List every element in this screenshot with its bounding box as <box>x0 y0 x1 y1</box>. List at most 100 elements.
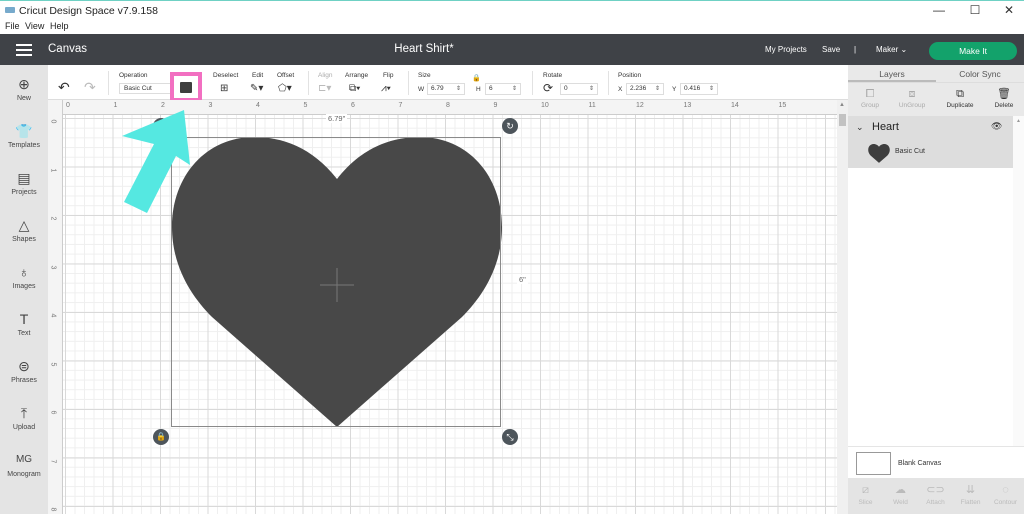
menu-help[interactable]: Help <box>50 21 69 31</box>
align-label: Align <box>318 72 333 79</box>
y-position-input[interactable]: 0.416 ⇕ <box>680 83 718 95</box>
machine-selector[interactable]: Maker ⌄ <box>876 45 907 54</box>
blank-canvas-label: Blank Canvas <box>898 460 942 467</box>
sidebar-item-phrases[interactable]: ⊜ Phrases <box>0 357 48 384</box>
sidebar-item-projects[interactable]: ▤ Projects <box>0 169 48 196</box>
sidebar-item-images[interactable]: ♁ Images <box>0 263 48 290</box>
attach-button[interactable]: ⊂⊃ Attach <box>918 483 953 506</box>
lock-handle[interactable]: 🔒 <box>153 429 169 445</box>
sidebar-label: Text <box>17 330 31 337</box>
vertical-ruler: 0 1 2 3 4 5 6 7 8 <box>48 100 63 514</box>
flip-label: Flip <box>383 72 394 79</box>
offset-icon[interactable]: ⬠▾ <box>278 83 292 94</box>
spinner-icon[interactable]: ⇕ <box>589 84 594 94</box>
blank-canvas-row[interactable]: Blank Canvas <box>848 446 1024 478</box>
duplicate-button[interactable]: ⧉ Duplicate <box>938 87 982 109</box>
sidebar-item-monogram[interactable]: MG Monogram <box>0 451 48 478</box>
ruler-tick-label: 3 <box>208 102 213 109</box>
left-sidebar: ⊕ New 👕 Templates ▤ Projects △ Shapes ♁ Image… <box>0 65 48 514</box>
ruler-tick-label: 0 <box>49 119 57 124</box>
plus-circle-icon: ⊕ <box>18 76 30 92</box>
eye-icon[interactable]: 👁 <box>991 121 1002 132</box>
duplicate-icon: ⧉ <box>956 88 964 100</box>
undo-icon[interactable]: ↶ <box>58 79 70 96</box>
minimize-button[interactable]: — <box>924 3 954 17</box>
my-projects-link[interactable]: My Projects <box>765 45 807 54</box>
ruler-tick-label: 2 <box>161 102 165 109</box>
width-value: 6.79 <box>431 85 444 92</box>
sidebar-item-templates[interactable]: 👕 Templates <box>0 122 48 149</box>
chevron-down-icon[interactable]: ⌄ <box>856 122 864 133</box>
ruler-tick-label: 5 <box>49 362 57 366</box>
ruler-tick-label: 0 <box>66 102 70 109</box>
menu-view[interactable]: View <box>25 21 44 31</box>
ungroup-icon: ⧈ <box>908 88 916 100</box>
flatten-button[interactable]: ⇊ Flatten <box>953 483 988 506</box>
deselect-label: Deselect <box>213 72 239 79</box>
menubar: File View Help <box>0 20 1024 34</box>
deselect-icon[interactable]: ⊞ <box>220 83 228 94</box>
group-button[interactable]: ⧠ Group <box>848 87 892 109</box>
rotate-input[interactable]: 0 ⇕ <box>560 83 598 95</box>
contour-button[interactable]: ◌ Contour <box>988 483 1023 506</box>
width-input[interactable]: 6.79 ⇕ <box>427 83 465 95</box>
slice-button[interactable]: ⧄ Slice <box>848 483 883 506</box>
flatten-label: Flatten <box>960 499 981 506</box>
sidebar-item-new[interactable]: ⊕ New <box>0 75 48 102</box>
height-value: 6 <box>489 85 493 92</box>
size-label: Size <box>418 72 431 79</box>
spinner-icon[interactable]: ⇕ <box>456 84 461 94</box>
resize-handle[interactable]: ⤡ <box>502 429 518 445</box>
sidebar-item-upload[interactable]: ⤒ Upload <box>0 404 48 431</box>
layers-scrollbar[interactable]: ▲ <box>1013 116 1024 446</box>
weld-button[interactable]: ☁ Weld <box>883 483 918 506</box>
slice-icon: ⧄ <box>862 484 869 496</box>
canvas-scrollbar[interactable]: ▲ <box>837 100 848 514</box>
ruler-tick-label: 6 <box>49 410 57 415</box>
scroll-up-icon[interactable]: ▲ <box>839 102 845 108</box>
offset-label: Offset <box>277 72 295 79</box>
slice-label: Slice <box>858 499 873 506</box>
spinner-icon[interactable]: ⇕ <box>709 84 714 94</box>
close-button[interactable]: ✕ <box>994 3 1024 17</box>
arrange-icon[interactable]: ⧉▾ <box>349 83 360 94</box>
spinner-icon[interactable]: ⇕ <box>512 84 517 94</box>
rotate-handle[interactable]: ↻ <box>502 118 518 134</box>
spinner-icon[interactable]: ⇕ <box>655 84 660 94</box>
menu-file[interactable]: File <box>5 21 20 31</box>
height-dimension-label: 6" <box>517 275 528 284</box>
flip-icon[interactable]: ⩘▾ <box>381 83 391 94</box>
rotate-label: Rotate <box>543 72 563 79</box>
window-title: Cricut Design Space v7.9.158 <box>19 5 158 17</box>
make-it-button[interactable]: Make It <box>929 42 1017 60</box>
size-lock-icon[interactable]: 🔒 <box>472 74 481 82</box>
sidebar-item-text[interactable]: T Text <box>0 310 48 337</box>
group-name: Heart <box>872 121 899 133</box>
tab-layers[interactable]: Layers <box>848 69 936 79</box>
delete-button[interactable]: 🗑 Delete <box>982 87 1024 109</box>
scroll-up-icon[interactable]: ▲ <box>1016 118 1021 124</box>
align-icon[interactable]: ⊏▾ <box>318 83 331 94</box>
maximize-button[interactable]: ☐ <box>960 3 990 17</box>
ungroup-button[interactable]: ⧈ UnGroup <box>890 87 934 109</box>
operation-select[interactable]: Basic Cut <box>119 83 175 94</box>
trash-icon: 🗑 <box>997 88 1011 100</box>
color-swatch-button[interactable] <box>180 82 192 93</box>
attach-label: Attach <box>926 499 945 506</box>
edit-pencil-icon[interactable]: ✎▾ <box>250 83 263 94</box>
scrollbar-thumb[interactable] <box>839 114 846 126</box>
x-position-input[interactable]: 2.236 ⇕ <box>626 83 664 95</box>
sidebar-label: Shapes <box>12 236 36 243</box>
ruler-tick-label: 4 <box>256 102 260 109</box>
redo-icon[interactable]: ↷ <box>84 79 96 96</box>
sidebar-item-shapes[interactable]: △ Shapes <box>0 216 48 243</box>
ruler-tick-label: 6 <box>351 102 355 109</box>
contour-label: Contour <box>993 499 1018 506</box>
save-link[interactable]: Save <box>822 45 840 54</box>
panel-tabs: Layers Color Sync <box>848 65 1024 82</box>
tab-color-sync[interactable]: Color Sync <box>936 69 1024 79</box>
ruler-tick-label: 2 <box>49 216 57 221</box>
height-input[interactable]: 6 ⇕ <box>485 83 521 95</box>
width-dimension-label: 6.79" <box>326 114 348 123</box>
ruler-tick-label: 10 <box>541 102 549 109</box>
